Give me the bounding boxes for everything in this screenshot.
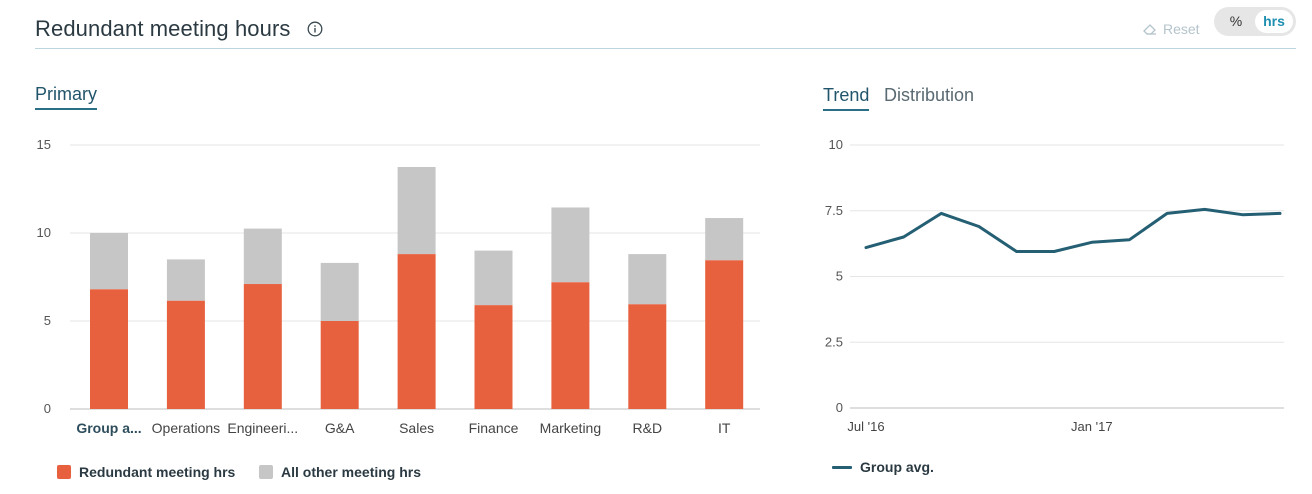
legend-swatch-group-avg: [832, 465, 852, 469]
x-tick-label[interactable]: Marketing: [540, 420, 601, 436]
x-tick-label[interactable]: G&A: [325, 420, 355, 436]
bar-redundant-5[interactable]: [474, 305, 513, 409]
x-tick-label[interactable]: IT: [718, 420, 731, 436]
trend-point-11[interactable]: [1274, 207, 1286, 219]
eraser-icon: [1143, 24, 1156, 35]
y-tick-label: 2.5: [825, 334, 843, 349]
legend-item-redundant[interactable]: Redundant meeting hrs: [57, 464, 235, 480]
bar-other-0[interactable]: [90, 233, 128, 290]
x-tick-label: Jul '16: [847, 419, 884, 434]
trend-point-9[interactable]: [1199, 203, 1211, 215]
x-tick-label[interactable]: Group a...: [76, 420, 141, 436]
trend-line-chart: 0 2.5 5 7.5 10 Jul '16 Jan '17: [825, 137, 1286, 434]
bar-other-8[interactable]: [705, 218, 744, 261]
trend-point-3[interactable]: [973, 221, 985, 233]
bar-other-7[interactable]: [628, 254, 667, 305]
bar-other-4[interactable]: [397, 167, 436, 255]
x-tick-label[interactable]: Finance: [469, 420, 519, 436]
legend-swatch-redundant: [57, 465, 71, 479]
bar-chart: 0 5 10 15 Group a... Operations Engineeri... G&…: [37, 137, 760, 436]
x-tick-label: Jan '17: [1071, 419, 1113, 434]
trend-point-2[interactable]: [935, 207, 947, 219]
header-divider: [35, 48, 1296, 49]
toggle-percent[interactable]: %: [1217, 10, 1255, 33]
legend-item-other[interactable]: All other meeting hrs: [259, 464, 421, 480]
y-tick-label: 5: [836, 269, 843, 284]
trend-point-6[interactable]: [1086, 236, 1098, 248]
y-tick-label: 5: [44, 313, 51, 328]
bar-redundant-3[interactable]: [320, 321, 359, 409]
bar-other-1[interactable]: [166, 259, 205, 301]
x-tick-label[interactable]: R&D: [633, 420, 663, 436]
legend-label-other: All other meeting hrs: [281, 464, 422, 480]
page-title: Redundant meeting hours: [35, 16, 291, 41]
trend-point-8[interactable]: [1161, 207, 1173, 219]
bar-redundant-7[interactable]: [628, 304, 667, 409]
y-tick-label: 0: [44, 401, 51, 416]
bar-redundant-1[interactable]: [166, 300, 205, 409]
y-tick-label: 0: [836, 400, 843, 415]
tab-primary[interactable]: Primary: [35, 84, 97, 110]
trend-point-10[interactable]: [1236, 209, 1248, 221]
trend-point-0[interactable]: [860, 242, 872, 254]
tab-distribution[interactable]: Distribution: [884, 85, 974, 109]
bar-other-5[interactable]: [474, 250, 513, 306]
bar-redundant-8[interactable]: [705, 260, 744, 409]
bar-other-6[interactable]: [551, 207, 590, 283]
bar-other-2[interactable]: [243, 228, 282, 285]
legend-label-group-avg: Group avg.: [860, 459, 934, 475]
bar-other-3[interactable]: [320, 262, 359, 321]
y-tick-label: 15: [37, 137, 51, 152]
x-tick-label[interactable]: Operations: [152, 420, 220, 436]
y-tick-label: 10: [37, 225, 51, 240]
bar-redundant-6[interactable]: [551, 282, 590, 409]
x-tick-label[interactable]: Engineeri...: [227, 420, 298, 436]
tab-trend[interactable]: Trend: [823, 85, 870, 111]
trend-point-4[interactable]: [1011, 246, 1023, 258]
legend-swatch-other: [259, 465, 273, 479]
unit-toggle[interactable]: % hrs: [1214, 7, 1296, 36]
y-tick-label: 7.5: [825, 203, 843, 218]
header: Redundant meeting hours Reset % hrs: [0, 0, 1296, 50]
trend-line-group-avg[interactable]: [864, 207, 1282, 253]
legend-label-redundant: Redundant meeting hrs: [79, 464, 236, 480]
reset-label: Reset: [1163, 21, 1200, 37]
toggle-hours[interactable]: hrs: [1255, 10, 1293, 33]
trend-point-1[interactable]: [898, 231, 910, 243]
legend-item-group-avg[interactable]: Group avg.: [832, 459, 934, 475]
bar-redundant-2[interactable]: [243, 284, 282, 409]
bar-redundant-0[interactable]: [90, 289, 128, 409]
trend-point-5[interactable]: [1048, 246, 1060, 258]
trend-point-7[interactable]: [1123, 234, 1135, 246]
x-tick-label[interactable]: Sales: [399, 420, 434, 436]
bar-redundant-4[interactable]: [397, 254, 436, 409]
y-tick-label: 10: [829, 137, 843, 152]
info-icon[interactable]: [307, 21, 323, 37]
reset-button[interactable]: Reset: [1142, 21, 1200, 37]
